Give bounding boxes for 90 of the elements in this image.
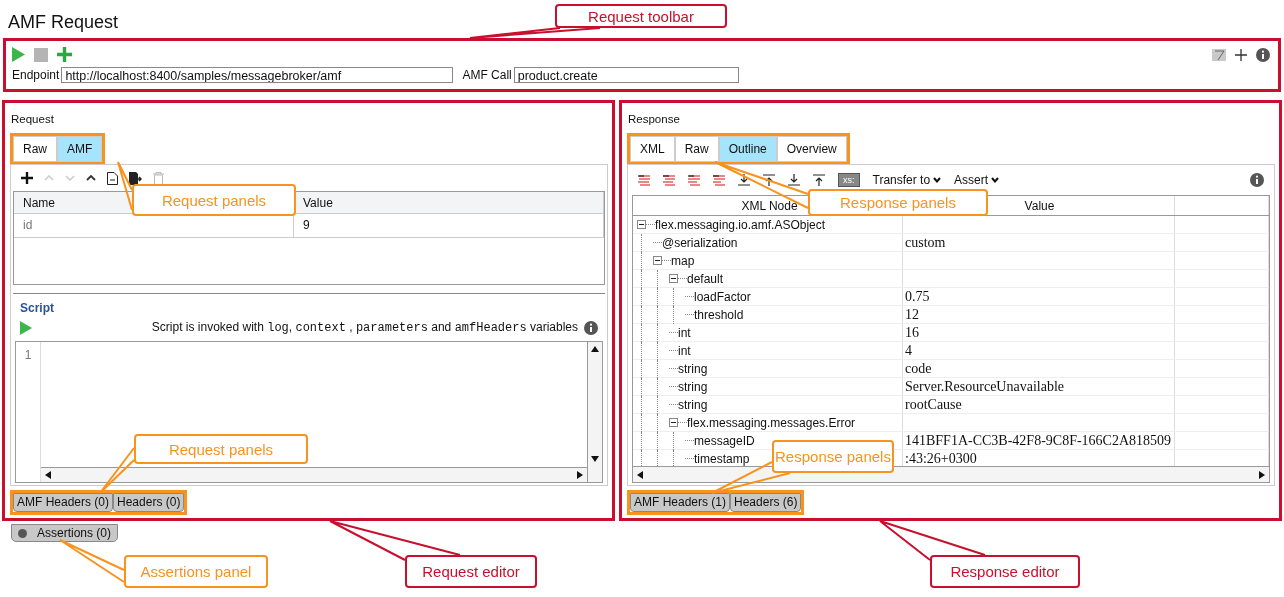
node-name: flex.messaging.io.amf.ASObject <box>655 217 826 232</box>
scroll-arrow-icon[interactable] <box>591 456 599 462</box>
node-name: timestamp <box>694 451 750 466</box>
callout-label: Request editor <box>405 555 537 588</box>
scroll-arrow-icon[interactable] <box>45 471 51 479</box>
lines-icon[interactable] <box>663 174 675 186</box>
tab[interactable]: AMF <box>57 136 103 162</box>
script-hint: Script is invoked with log, context , parameters and amfHeaders variables <box>151 320 578 335</box>
collapse-toggle[interactable] <box>653 256 662 265</box>
tab[interactable]: Outline <box>718 136 777 162</box>
lines-icon[interactable] <box>688 174 700 186</box>
node-value: Server.ResourceUnavailable <box>905 378 1064 395</box>
node-name: loadFactor <box>694 289 751 304</box>
assertions-tab[interactable]: Assertions (0) <box>11 524 119 542</box>
node-value: custom <box>905 234 946 251</box>
tab[interactable]: Raw <box>13 136 57 162</box>
info-icon[interactable] <box>584 320 598 335</box>
node-value: 0.75 <box>905 288 930 305</box>
node-name: default <box>687 271 724 286</box>
node-name: messageID <box>694 433 755 448</box>
node-name: int <box>678 325 691 340</box>
node-name: map <box>671 253 695 268</box>
line-number: 1 <box>23 348 33 362</box>
info-icon[interactable] <box>1256 47 1270 62</box>
play-icon[interactable] <box>20 320 32 335</box>
arrow-line-icon[interactable] <box>738 174 750 186</box>
node-name: threshold <box>694 307 744 322</box>
callout-label: Response editor <box>930 555 1080 588</box>
callout-label: Assertions panel <box>124 555 268 588</box>
plus-icon[interactable] <box>21 172 33 184</box>
scroll-arrow-icon[interactable] <box>637 470 643 479</box>
callout-label: Request toolbar <box>555 4 727 28</box>
tab[interactable]: Overview <box>776 136 847 162</box>
arrow-line-icon[interactable] <box>788 174 800 186</box>
arrow-line-icon[interactable] <box>813 174 825 186</box>
node-name: flex.messaging.messages.Error <box>687 415 856 430</box>
chevron-down-icon <box>933 177 942 183</box>
lines-icon[interactable] <box>713 174 725 186</box>
tab[interactable]: Headers (0) <box>113 493 185 512</box>
endpoint-field[interactable]: http://localhost:8400/samples/messagebroker/amf <box>61 67 454 83</box>
export-icon[interactable] <box>129 171 142 185</box>
leader-line <box>59 539 125 583</box>
tab[interactable]: AMF Headers (1) <box>630 493 731 512</box>
node-value: rootCause <box>905 396 962 413</box>
play-icon[interactable] <box>12 47 25 62</box>
node-value: 12 <box>905 306 919 323</box>
node-value: 16 <box>905 324 919 341</box>
chevron-down-icon <box>991 177 1000 183</box>
dropdown-menu[interactable]: Assert <box>954 173 1000 187</box>
amf-call-field[interactable]: product.create <box>513 67 739 83</box>
panel-title: Request <box>11 113 55 127</box>
collapse-toggle[interactable] <box>669 418 678 427</box>
panel-title: Response <box>628 113 681 127</box>
node-name: string <box>678 361 708 376</box>
xs-button[interactable]: xs: <box>838 173 860 187</box>
tab[interactable]: AMF Headers (0) <box>13 493 114 512</box>
scrollbar[interactable] <box>587 342 602 482</box>
node-name: string <box>678 379 708 394</box>
section-title: Script <box>20 301 55 315</box>
callout-label: Response panels <box>772 440 894 473</box>
field-label: Endpoint <box>12 68 60 82</box>
plus-icon[interactable] <box>1235 48 1247 61</box>
document-icon[interactable] <box>107 171 118 185</box>
callout-label: Response panels <box>808 189 988 216</box>
arrow-line-icon[interactable] <box>763 174 775 186</box>
callout-label: Request panels <box>134 434 308 464</box>
collapse-toggle[interactable] <box>637 220 646 229</box>
dropdown-menu[interactable]: Transfer to <box>872 173 942 187</box>
node-name: int <box>678 343 691 358</box>
node-value: :43:26+0300 <box>905 450 977 466</box>
tab[interactable]: Raw <box>674 136 719 162</box>
node-name: @serialization <box>662 235 738 250</box>
scroll-arrow-icon[interactable] <box>1259 470 1265 479</box>
leader-line <box>117 161 133 211</box>
chevron-up-icon[interactable] <box>86 175 96 181</box>
scroll-arrow-icon[interactable] <box>577 471 583 479</box>
collapse-toggle[interactable] <box>669 274 678 283</box>
tab[interactable]: Headers (6) <box>730 493 802 512</box>
scroll-arrow-icon[interactable] <box>591 346 599 352</box>
node-value: 141BFF1A-CC3B-42F8-9C8F-166C2A818509 <box>905 432 1172 449</box>
node-value: 4 <box>905 342 912 359</box>
node-name: string <box>678 397 708 412</box>
tab[interactable]: XML <box>630 136 675 162</box>
info-icon[interactable] <box>1250 173 1264 187</box>
scrollbar[interactable] <box>41 467 587 482</box>
lines-icon[interactable] <box>638 174 650 186</box>
callout-label: Request panels <box>132 184 296 216</box>
field-label: AMF Call <box>462 68 512 82</box>
node-value: code <box>905 360 932 377</box>
page-title: AMF Request <box>8 12 119 34</box>
